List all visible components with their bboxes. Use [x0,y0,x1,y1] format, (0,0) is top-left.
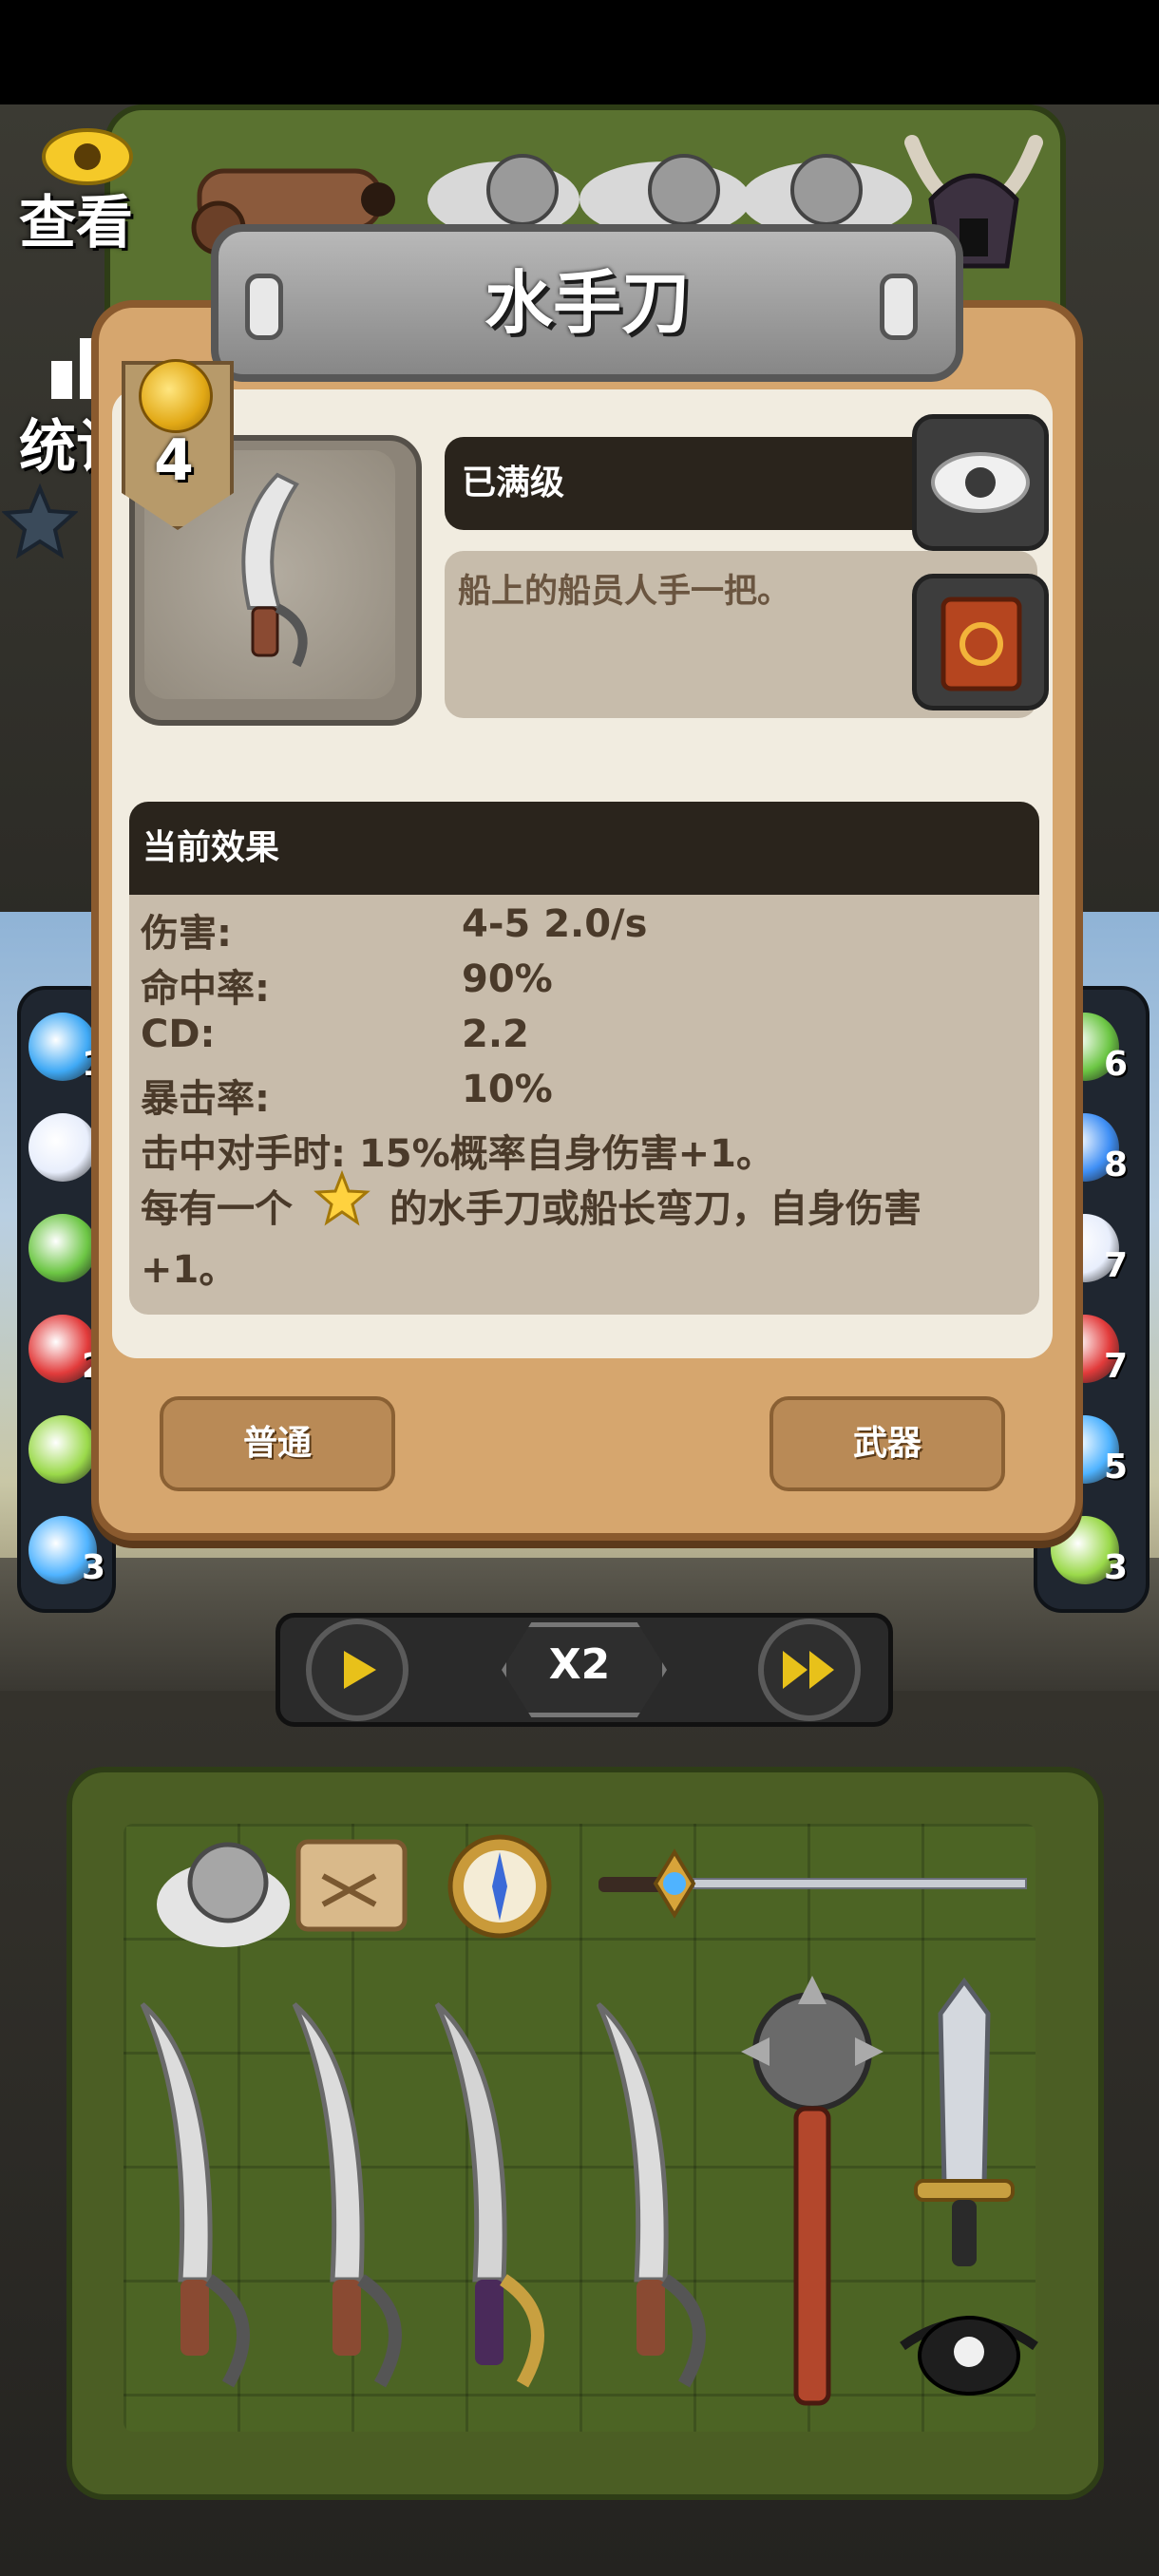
cutlass-icon[interactable] [276,1995,428,2394]
captain-scimitar-icon[interactable] [418,1995,570,2394]
effect-title: 当前效果 [142,828,280,867]
view-label: 查看 [19,190,133,256]
item-title: 水手刀 [484,263,690,343]
preview-button[interactable] [912,414,1049,551]
dagger-icon[interactable] [902,1976,1026,2280]
crit-value: 10% [462,1068,553,1111]
cooldown-value: 2.2 [462,1013,529,1056]
play-icon [344,1651,376,1689]
rarity-tag[interactable]: 普通 [160,1396,395,1491]
eye-icon [931,452,1030,513]
top-status-bar [0,0,1159,104]
cutlass-icon [241,472,308,668]
treasure-map-icon[interactable] [285,1828,418,1942]
damage-label: 伤害: [141,912,232,956]
green-leaf-icon [28,1214,97,1282]
damage-value: 4-5 2.0/s [462,902,648,946]
bomb-icon[interactable] [152,1814,294,1957]
play-button[interactable] [306,1619,408,1721]
status-count: 3 [82,1548,106,1587]
eyepatch-icon[interactable] [893,2289,1045,2413]
status-count: 8 [1104,1146,1129,1184]
on-hit-effect: 击中对手时: 15%概率自身伤害+1。 [141,1132,775,1176]
speed-multiplier[interactable]: X2 [502,1622,657,1708]
status-count: 7 [1104,1246,1129,1285]
star-effect-end: +1。 [141,1248,238,1292]
rapier-icon[interactable] [580,1843,1036,1928]
compass-icon[interactable] [443,1829,557,1943]
item-cost: 4 [154,427,194,494]
status-count: 6 [1104,1045,1129,1084]
level-status: 已满级 [462,464,565,502]
wing-icon [28,1113,97,1182]
accuracy-value: 90% [462,957,553,1001]
status-count: 5 [1104,1448,1129,1487]
fast-forward-button[interactable] [758,1619,861,1721]
star-effect-suffix: 的水手刀或船长弯刀，自身伤害 [390,1187,922,1231]
item-description: 船上的船员人手一把。 [458,573,791,611]
bomb-cluster-icon [428,154,912,237]
view-button[interactable]: 查看 [19,123,152,256]
cooldown-label: CD: [141,1013,216,1056]
category-tag[interactable]: 武器 [770,1396,1005,1491]
status-count: 3 [1104,1548,1129,1587]
gold-coin-icon [139,359,213,433]
cutlass-icon[interactable] [580,1995,732,2394]
accuracy-label: 命中率: [141,967,270,1011]
star-icon [314,1170,370,1226]
crit-label: 暴击率: [141,1077,270,1121]
star-outline-icon [2,483,78,559]
fast-forward-icon [783,1651,834,1689]
book-icon [940,597,1022,691]
mace-icon[interactable] [732,1976,893,2432]
codex-button[interactable] [912,574,1049,710]
skull-icon [28,1415,97,1484]
cutlass-icon[interactable] [124,1995,276,2394]
star-effect-prefix: 每有一个 [141,1187,293,1231]
status-count: 7 [1104,1347,1129,1386]
